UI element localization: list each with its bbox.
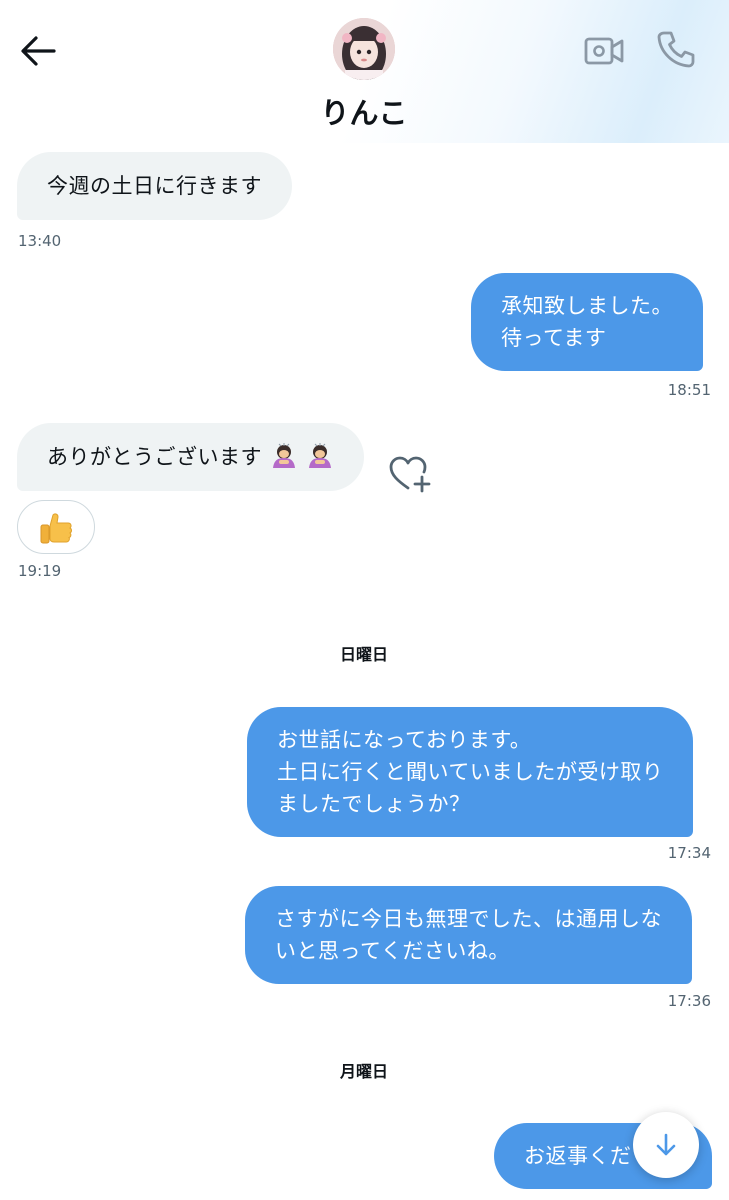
avatar-image <box>333 18 395 80</box>
video-camera-icon <box>584 37 624 65</box>
message-timestamp: 18:51 <box>667 381 711 399</box>
message-timestamp: 19:19 <box>18 562 62 580</box>
message-timestamp: 17:36 <box>667 992 711 1010</box>
message-text: 承知致しました。 <box>501 294 673 318</box>
day-separator: 月曜日 <box>339 1062 388 1081</box>
avatar[interactable] <box>333 18 395 80</box>
arrow-left-icon <box>21 36 56 66</box>
message-bubble-incoming[interactable]: ありがとうございます <box>17 423 364 491</box>
heart-plus-icon <box>389 456 431 493</box>
reaction-badge[interactable] <box>17 500 95 554</box>
add-reaction-button[interactable] <box>388 455 432 493</box>
message-text: 今週の土日に行きます <box>47 174 262 198</box>
message-bubble-outgoing[interactable]: さすがに今日も無理でした、は通用しな いと思ってくださいね。 <box>245 886 692 984</box>
message-text: ありがとうございます <box>47 445 262 469</box>
contact-name[interactable]: りんこ <box>264 90 464 132</box>
message-text: 土日に行くと聞いていましたが受け取り <box>277 760 664 784</box>
message-timestamp: 13:40 <box>18 232 62 250</box>
thumbs-up-emoji <box>40 513 72 544</box>
day-separator: 日曜日 <box>339 645 388 664</box>
scroll-to-bottom-button[interactable] <box>633 1112 699 1178</box>
message-text: いと思ってくださいね。 <box>275 939 510 963</box>
conversation-header: りんこ <box>0 0 729 143</box>
woman-bowing-emoji <box>273 443 295 468</box>
phone-icon <box>657 31 695 68</box>
arrow-down-icon <box>656 1133 676 1156</box>
voice-call-button[interactable] <box>655 28 697 70</box>
message-bubble-incoming[interactable]: 今週の土日に行きます <box>17 152 292 220</box>
message-bubble-outgoing[interactable]: 承知致しました。 待ってます <box>471 273 703 371</box>
woman-bowing-emoji <box>309 443 331 468</box>
message-timestamp: 17:34 <box>667 844 711 862</box>
message-text: さすがに今日も無理でした、は通用しな <box>275 907 662 931</box>
message-text: お世話になっております。 <box>277 728 532 752</box>
message-bubble-outgoing[interactable]: お世話になっております。 土日に行くと聞いていましたが受け取り ましたでしょうか… <box>247 707 694 837</box>
message-text: ましたでしょうか？ <box>277 792 471 816</box>
message-text: 待ってます <box>501 326 607 350</box>
video-call-button[interactable] <box>583 30 625 72</box>
back-button[interactable] <box>18 30 60 72</box>
